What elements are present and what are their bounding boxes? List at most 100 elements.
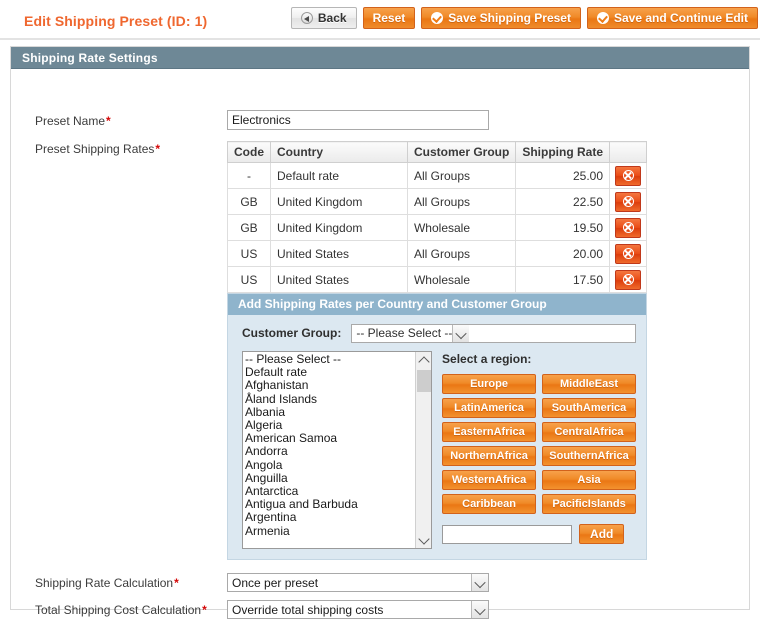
table-row: - Default rate All Groups 25.00	[227, 162, 647, 189]
cell-customer-group: Wholesale	[406, 266, 517, 293]
region-button[interactable]: WesternAfrica	[442, 470, 537, 490]
region-button-grid: Europe MiddleEast LatinAmerica SouthAmerica…	[442, 374, 636, 514]
cell-code: US	[227, 266, 271, 293]
shipping-rate-calculation-value: Once per preset	[232, 575, 319, 590]
cell-customer-group: All Groups	[406, 162, 517, 189]
country-listbox[interactable]: -- Please Select -- Default rate Afghanist…	[242, 351, 433, 549]
region-button[interactable]: PacificIslands	[542, 494, 636, 514]
delete-row-button[interactable]	[615, 243, 641, 264]
add-button[interactable]: Add	[579, 524, 625, 544]
column-header-customer-group: Customer Group	[406, 141, 517, 163]
scrollbar-thumb[interactable]	[417, 370, 432, 392]
table-row: US United States All Groups 20.00	[227, 240, 647, 267]
region-button[interactable]: Asia	[542, 470, 636, 490]
reset-button-label: Reset	[372, 11, 406, 25]
region-button[interactable]: Caribbean	[442, 494, 537, 514]
customer-group-select[interactable]: -- Please Select --	[351, 323, 637, 343]
region-button[interactable]: Europe	[442, 374, 537, 394]
save-button-label: Save Shipping Preset	[448, 11, 571, 25]
delete-row-button[interactable]	[615, 191, 641, 212]
cell-shipping-rate: 22.50	[515, 188, 610, 215]
check-circle-icon	[431, 12, 444, 24]
column-header-actions	[609, 141, 647, 163]
close-circle-icon	[622, 248, 634, 259]
customer-group-selected-value: -- Please Select --	[356, 326, 453, 340]
scroll-down-arrow-icon[interactable]	[416, 532, 432, 548]
table-row: GB United Kingdom All Groups 22.50	[227, 188, 647, 215]
region-column: Select a region: Europe MiddleEast LatinAm…	[442, 351, 636, 549]
cell-code: GB	[227, 188, 271, 215]
shipping-rate-calculation-label: Shipping Rate Calculation*	[35, 576, 179, 590]
close-circle-icon	[622, 274, 634, 285]
scroll-up-arrow-icon[interactable]	[416, 352, 432, 368]
list-item[interactable]: Armenia	[245, 524, 418, 538]
list-item[interactable]: Afghanistan	[245, 379, 418, 392]
select-region-label: Select a region:	[442, 352, 532, 366]
preset-name-label: Preset Name*	[35, 114, 111, 128]
save-shipping-preset-button[interactable]: Save Shipping Preset	[421, 7, 581, 29]
cell-actions	[609, 214, 647, 241]
cell-shipping-rate: 20.00	[515, 240, 610, 267]
table-body: - Default rate All Groups 25.00 GB United Kin…	[227, 162, 647, 293]
customer-group-row: Customer Group: -- Please Select --	[228, 315, 646, 351]
column-header-shipping-rate: Shipping Rate	[515, 141, 610, 163]
list-item[interactable]: Argentina	[245, 511, 418, 524]
delete-row-button[interactable]	[615, 269, 641, 290]
back-button-label: Back	[317, 11, 347, 25]
reset-button[interactable]: Reset	[362, 7, 416, 29]
cell-code: US	[227, 240, 271, 267]
settings-panel: Shipping Rate Settings Preset Name* Pres…	[10, 46, 750, 619]
required-marker: *	[174, 576, 179, 590]
cell-country: United States	[270, 240, 408, 267]
add-country-row: Add	[442, 524, 636, 544]
cell-code: -	[227, 162, 271, 189]
chevron-down-icon	[452, 324, 470, 342]
page-header-bar: Edit Shipping Preset (ID: 1) Back Reset …	[0, 0, 760, 40]
region-button[interactable]: EasternAfrica	[442, 422, 537, 442]
required-marker: *	[106, 114, 111, 128]
required-marker: *	[202, 603, 207, 617]
region-button[interactable]: MiddleEast	[542, 374, 636, 394]
region-button[interactable]: LatinAmerica	[442, 398, 537, 418]
panel-body: -- Please Select -- Default rate Afghanist…	[228, 351, 646, 559]
delete-row-button[interactable]	[615, 217, 641, 238]
cell-code: GB	[227, 214, 271, 241]
cell-customer-group: Wholesale	[406, 214, 517, 241]
shipping-rate-calculation-select[interactable]: Once per preset	[227, 573, 489, 592]
total-shipping-cost-calculation-label: Total Shipping Cost Calculation*	[35, 603, 207, 617]
cell-actions	[609, 240, 647, 267]
close-circle-icon	[622, 170, 634, 181]
close-circle-icon	[622, 196, 634, 207]
back-button[interactable]: Back	[290, 7, 357, 29]
total-shipping-cost-calculation-value: Override total shipping costs	[232, 602, 384, 617]
cell-country: United Kingdom	[270, 214, 408, 241]
cell-customer-group: All Groups	[406, 188, 517, 215]
list-item[interactable]: Åland Islands	[245, 392, 418, 406]
cell-shipping-rate: 25.00	[515, 162, 610, 189]
region-button[interactable]: SouthernAfrica	[542, 446, 636, 466]
total-shipping-cost-calculation-select[interactable]: Override total shipping costs	[227, 600, 489, 619]
cell-actions	[609, 266, 647, 293]
region-button[interactable]: NorthernAfrica	[442, 446, 537, 466]
region-button[interactable]: CentralAfrica	[542, 422, 636, 442]
list-item[interactable]: Angola	[245, 458, 418, 472]
shipping-rates-table: Code Country Customer Group Shipping Rat…	[227, 141, 647, 293]
back-arrow-icon	[300, 12, 313, 24]
list-item[interactable]: Andorra	[245, 445, 418, 458]
check-circle-icon	[596, 12, 609, 24]
required-marker: *	[155, 142, 161, 156]
customer-group-label: Customer Group:	[242, 326, 342, 340]
save-and-continue-edit-button[interactable]: Save and Continue Edit	[586, 7, 758, 29]
add-country-input[interactable]	[442, 524, 573, 544]
preset-name-input[interactable]	[227, 110, 489, 130]
region-button[interactable]: SouthAmerica	[542, 398, 636, 418]
cell-shipping-rate: 19.50	[515, 214, 610, 241]
close-circle-icon	[622, 222, 634, 233]
section-header: Shipping Rate Settings	[11, 47, 749, 69]
cell-actions	[609, 162, 647, 189]
cell-country: Default rate	[270, 162, 408, 189]
table-row: US United States Wholesale 17.50	[227, 266, 647, 293]
country-list-scrollbar[interactable]	[415, 352, 432, 548]
delete-row-button[interactable]	[615, 165, 641, 186]
cell-actions	[609, 188, 647, 215]
